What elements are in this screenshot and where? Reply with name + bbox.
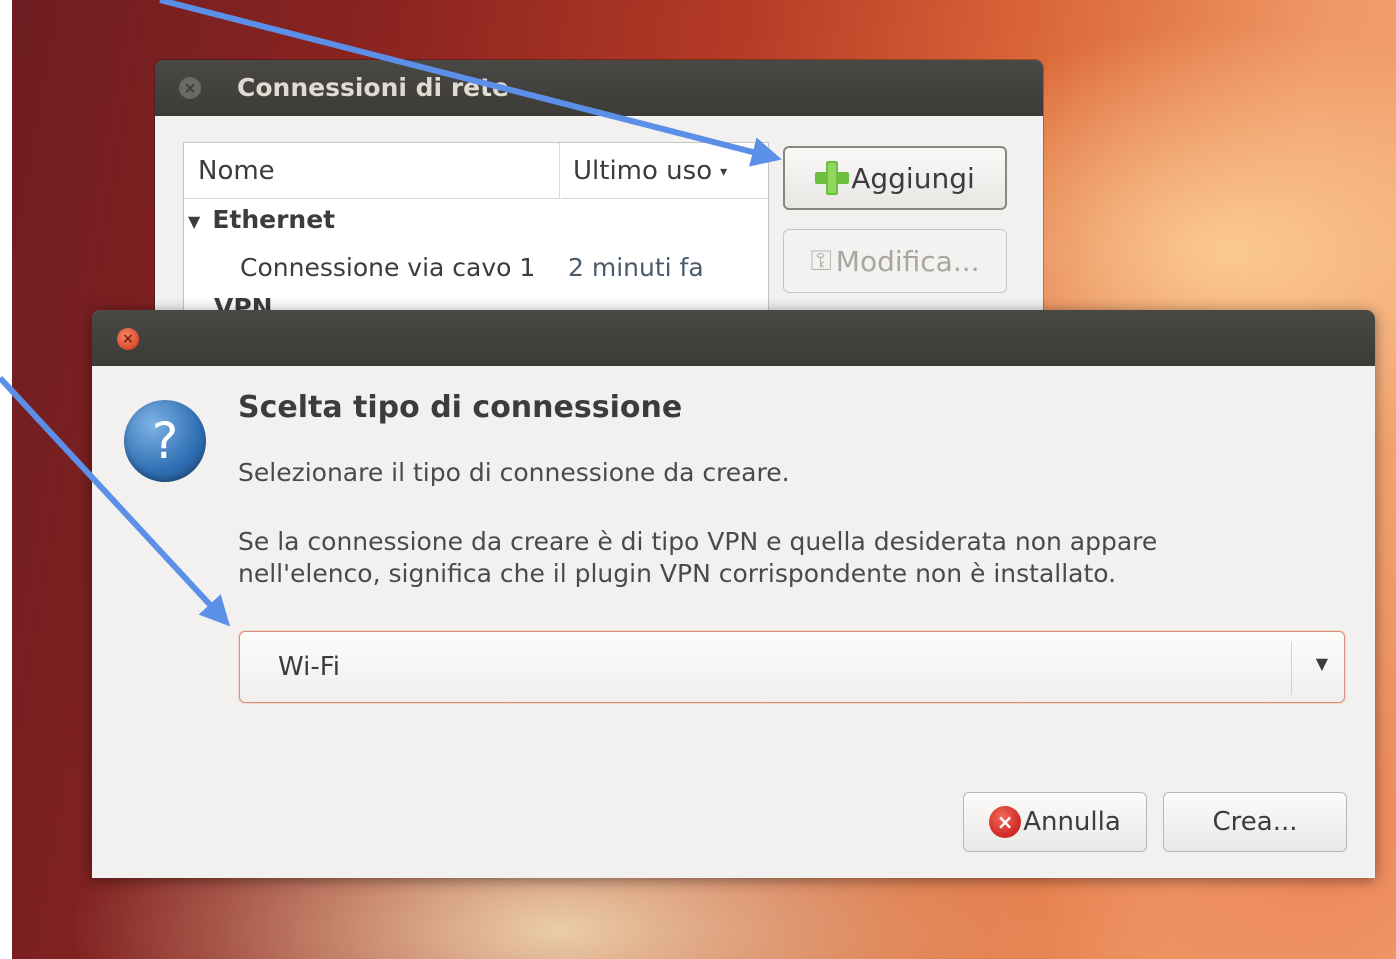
- dialog-heading: Scelta tipo di connessione: [238, 390, 683, 425]
- close-icon[interactable]: ×: [179, 77, 201, 99]
- edit-button-label: Modifica...: [835, 244, 980, 278]
- add-button-label: Aggiungi: [851, 161, 975, 195]
- column-header-name-label: Nome: [198, 156, 275, 186]
- column-header-name[interactable]: Nome: [184, 143, 560, 199]
- cancel-icon: ×: [989, 806, 1022, 838]
- column-header-last-used[interactable]: Ultimo uso ▾: [561, 143, 768, 199]
- create-button-label: Crea...: [1212, 807, 1298, 837]
- close-icon[interactable]: ×: [117, 328, 139, 350]
- create-button[interactable]: Crea...: [1163, 792, 1347, 852]
- window-titlebar: × Connessioni di rete: [155, 60, 1043, 116]
- cancel-button[interactable]: × Annulla: [963, 792, 1147, 852]
- column-header-last-used-label: Ultimo uso: [573, 156, 713, 186]
- dialog-detail: Se la connessione da creare è di tipo VP…: [238, 526, 1338, 590]
- dialog-detail-line-1: Se la connessione da creare è di tipo VP…: [238, 527, 1158, 556]
- connection-name[interactable]: Connessione via cavo 1: [240, 253, 535, 282]
- add-button[interactable]: Aggiungi: [783, 146, 1007, 210]
- screen-edge: [0, 0, 12, 959]
- connection-type-value: Wi-Fi: [278, 652, 341, 682]
- dialog-detail-line-2: nell'elenco, significa che il plugin VPN…: [238, 559, 1117, 588]
- group-ethernet[interactable]: ▼ Ethernet: [184, 205, 335, 234]
- question-icon: ?: [124, 400, 206, 482]
- edit-icon: ⚿: [810, 244, 832, 277]
- window-title: Connessioni di rete: [237, 73, 510, 102]
- combo-separator: [1291, 642, 1292, 694]
- connection-last-used: 2 minuti fa: [568, 253, 704, 282]
- edit-button[interactable]: ⚿ Modifica...: [783, 229, 1007, 293]
- dialog-message: Selezionare il tipo di connessione da cr…: [238, 458, 790, 487]
- cancel-button-label: Annulla: [1023, 807, 1121, 837]
- choose-connection-type-dialog: × ? Scelta tipo di connessione Seleziona…: [92, 310, 1375, 878]
- add-icon: [815, 161, 850, 195]
- connection-type-select[interactable]: Wi-Fi ▼: [239, 631, 1345, 703]
- dropdown-arrow-icon[interactable]: ▼: [1316, 654, 1328, 673]
- group-ethernet-label: Ethernet: [212, 205, 336, 234]
- sort-arrow-icon: ▾: [720, 163, 728, 180]
- dialog-titlebar: ×: [92, 310, 1375, 366]
- expander-icon[interactable]: ▼: [188, 212, 200, 231]
